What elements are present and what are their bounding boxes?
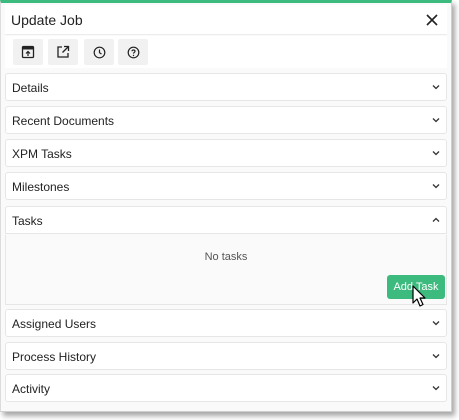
- history-button[interactable]: [84, 39, 114, 65]
- section-label: Assigned Users: [12, 317, 97, 331]
- empty-tasks-message: No tasks: [204, 251, 248, 263]
- section-tasks[interactable]: Tasks: [5, 206, 447, 234]
- external-link-icon: [57, 45, 70, 58]
- section-process-history[interactable]: Process History: [5, 342, 447, 370]
- section-activity[interactable]: Activity: [5, 374, 447, 402]
- chevron-down-icon: [430, 317, 442, 329]
- help-button[interactable]: [118, 39, 148, 65]
- help-icon: [127, 46, 139, 58]
- section-details[interactable]: Details: [5, 73, 447, 101]
- add-task-button[interactable]: Add Task: [387, 275, 445, 299]
- update-job-dialog: Update Job Details Recent Documents XPM …: [0, 0, 452, 412]
- section-assigned-users[interactable]: Assigned Users: [5, 309, 447, 337]
- close-icon: [426, 14, 438, 26]
- chevron-down-icon: [430, 350, 442, 362]
- section-label: Details: [12, 81, 49, 95]
- section-label: Tasks: [12, 214, 43, 228]
- section-label: XPM Tasks: [12, 147, 72, 161]
- chevron-down-icon: [430, 114, 442, 126]
- section-milestones[interactable]: Milestones: [5, 172, 447, 200]
- section-label: Process History: [12, 350, 97, 364]
- dialog-header: Update Job: [5, 5, 447, 35]
- chevron-down-icon: [430, 81, 442, 93]
- tasks-panel-body: No tasks Add Task: [5, 235, 447, 305]
- chevron-up-icon: [430, 214, 442, 226]
- close-button[interactable]: [420, 8, 444, 32]
- external-link-button[interactable]: [48, 39, 78, 65]
- section-recent-documents[interactable]: Recent Documents: [5, 106, 447, 134]
- chevron-down-icon: [430, 382, 442, 394]
- dialog-title: Update Job: [11, 12, 83, 28]
- open-window-button[interactable]: [13, 39, 43, 65]
- open-window-icon: [21, 45, 35, 59]
- chevron-down-icon: [430, 147, 442, 159]
- section-label: Recent Documents: [12, 114, 115, 128]
- section-label: Activity: [12, 382, 51, 396]
- toolbar: [5, 36, 447, 68]
- section-xpm-tasks[interactable]: XPM Tasks: [5, 139, 447, 167]
- section-label: Milestones: [12, 180, 70, 194]
- clock-icon: [93, 46, 105, 58]
- chevron-down-icon: [430, 180, 442, 192]
